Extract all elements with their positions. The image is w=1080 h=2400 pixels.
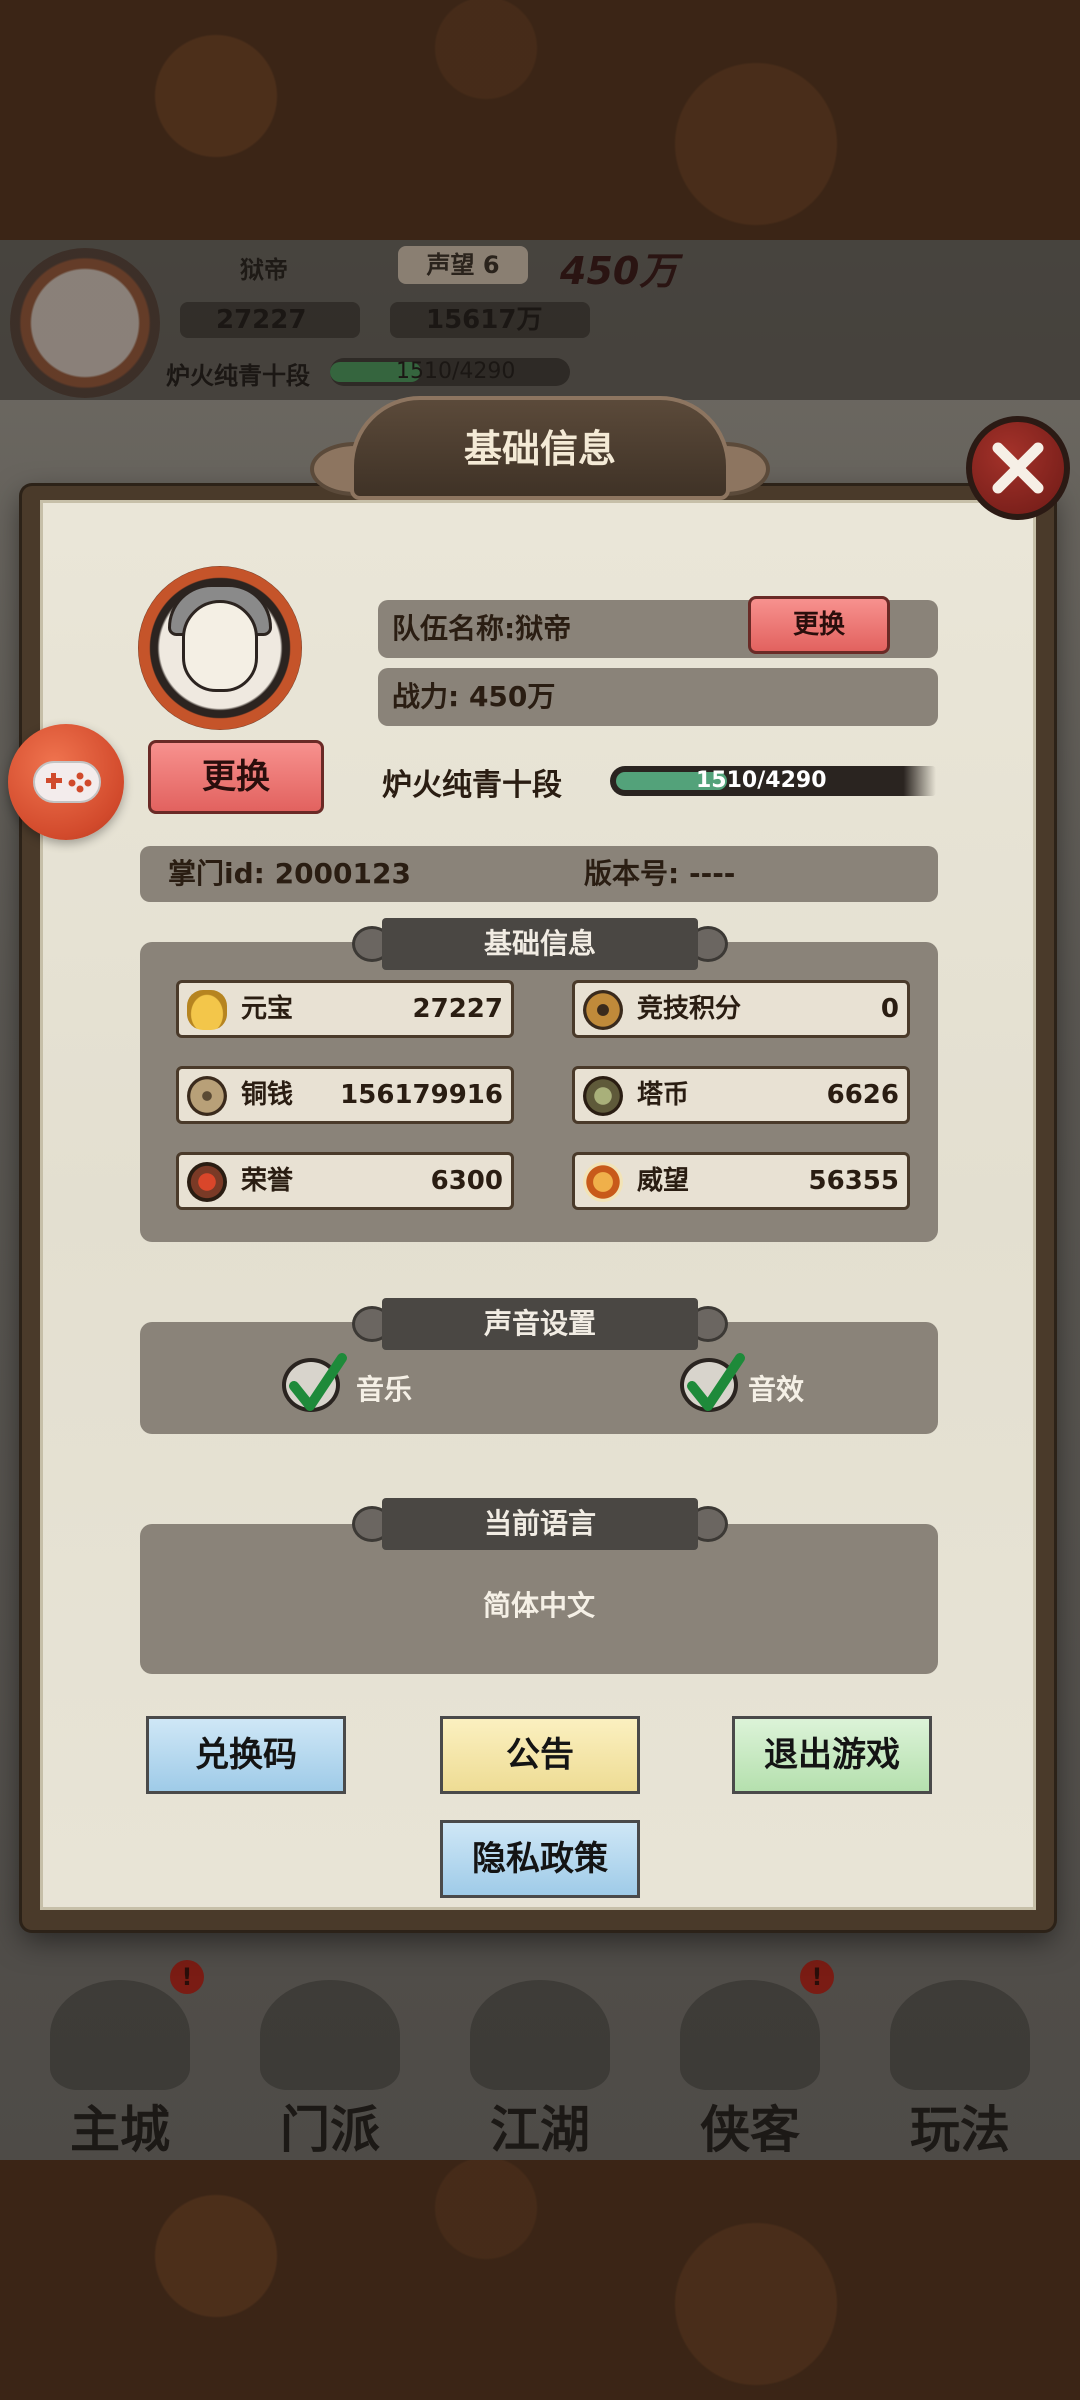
hud-avatar[interactable] xyxy=(10,248,160,398)
currency-name: 铜钱 xyxy=(241,1080,294,1110)
nav-label: 主城 xyxy=(70,2100,170,2159)
rank-label: 炉火纯青十段 xyxy=(382,768,562,803)
nav-label: 门派 xyxy=(280,2100,380,2159)
section-title: 基础信息 xyxy=(483,927,596,960)
language-header: 当前语言 xyxy=(352,1498,728,1550)
notification-badge: ! xyxy=(170,1960,204,1994)
close-icon xyxy=(992,442,1044,494)
tower-coin-icon xyxy=(583,1076,623,1116)
sect-icon xyxy=(260,1980,400,2090)
gamepad-icon xyxy=(33,761,101,803)
close-button[interactable] xyxy=(966,416,1070,520)
exit-game-button[interactable]: 退出游戏 xyxy=(732,1716,932,1794)
sound-settings-header: 声音设置 xyxy=(352,1298,728,1350)
currency-honor[interactable]: 荣誉 6300 xyxy=(176,1152,514,1210)
hud-power: 450万 xyxy=(560,249,678,293)
redeem-code-button[interactable]: 兑换码 xyxy=(146,1716,346,1794)
arena-medal-icon xyxy=(583,990,623,1030)
gameplay-icon xyxy=(890,1980,1030,2090)
currency-name: 荣誉 xyxy=(241,1166,294,1196)
id-version-row: 掌门id: 2000123 版本号: ---- xyxy=(140,846,938,902)
power-row: 战力: 450万 xyxy=(378,668,938,726)
nav-item-heroes[interactable]: ! 侠客 xyxy=(650,1940,850,2160)
currency-value: 156179916 xyxy=(340,1080,503,1110)
nav-label: 江湖 xyxy=(490,2100,590,2159)
sfx-label: 音效 xyxy=(748,1373,805,1406)
player-id: 掌门id: 2000123 xyxy=(168,857,411,890)
honor-icon xyxy=(187,1162,227,1202)
rank-progress-bar: 1510/4290 xyxy=(610,766,936,796)
rank-progress-text: 1510/4290 xyxy=(696,768,827,793)
music-label: 音乐 xyxy=(356,1373,413,1406)
checkmark-icon xyxy=(289,1353,347,1411)
currency-name: 威望 xyxy=(637,1166,690,1196)
player-hud: 狱帝 声望 6 450万 27227 15617万 炉火纯青十段 1510/42… xyxy=(0,240,1080,400)
hud-rank-progress: 1510/4290 xyxy=(396,359,516,384)
currency-value: 6300 xyxy=(430,1166,503,1196)
team-name: 队伍名称:狱帝 xyxy=(392,612,572,645)
section-title: 声音设置 xyxy=(483,1307,596,1340)
nav-label: 侠客 xyxy=(700,2100,800,2159)
currency-copper[interactable]: 铜钱 156179916 xyxy=(176,1066,514,1124)
gold-ingot-icon xyxy=(187,990,227,1030)
music-toggle[interactable] xyxy=(282,1353,347,1412)
section-title: 当前语言 xyxy=(483,1507,596,1540)
hud-player-name: 狱帝 xyxy=(240,256,288,284)
checkmark-icon xyxy=(687,1353,745,1411)
current-language: 简体中文 xyxy=(482,1589,595,1622)
nav-item-main-city[interactable]: ! 主城 xyxy=(20,1940,220,2160)
heroes-icon xyxy=(680,1980,820,2090)
panel-title-plaque: 基础信息 xyxy=(310,396,770,500)
notification-badge: ! xyxy=(800,1960,834,1994)
currency-arena-points[interactable]: 竞技积分 0 xyxy=(572,980,910,1038)
avatar-face xyxy=(182,600,258,692)
currency-name: 元宝 xyxy=(241,994,294,1024)
hud-reputation-badge: 声望 6 xyxy=(398,246,528,284)
nav-item-jianghu[interactable]: 江湖 xyxy=(440,1940,640,2160)
version-number: 版本号: ---- xyxy=(584,857,736,890)
top-decor-band xyxy=(0,0,1080,240)
hud-gold[interactable]: 27227 xyxy=(180,302,360,338)
hud-coins[interactable]: 15617万 xyxy=(390,302,590,338)
currency-prestige[interactable]: 威望 56355 xyxy=(572,1152,910,1210)
power-value: 战力: 450万 xyxy=(392,680,556,713)
currency-value: 0 xyxy=(880,994,899,1024)
change-team-name-button[interactable]: 更换 xyxy=(748,596,890,654)
currency-tower-coin[interactable]: 塔币 6626 xyxy=(572,1066,910,1124)
change-avatar-button[interactable]: 更换 xyxy=(148,740,324,814)
privacy-policy-button[interactable]: 隐私政策 xyxy=(440,1820,640,1898)
currency-name: 竞技积分 xyxy=(637,994,742,1024)
player-avatar[interactable] xyxy=(138,566,302,730)
currency-value: 6626 xyxy=(826,1080,899,1110)
bottom-decor-band xyxy=(0,2160,1080,2400)
sfx-toggle[interactable] xyxy=(680,1353,745,1412)
bottom-nav: ! 主城 门派 江湖 ! 侠客 玩法 xyxy=(0,1940,1080,2160)
hud-rank-bar: 1510/4290 xyxy=(330,358,570,386)
nav-item-sect[interactable]: 门派 xyxy=(230,1940,430,2160)
floating-gamepad-button[interactable] xyxy=(8,724,124,840)
hud-rank: 炉火纯青十段 xyxy=(166,362,310,390)
main-city-icon xyxy=(50,1980,190,2090)
currency-name: 塔币 xyxy=(637,1080,690,1110)
copper-coin-icon xyxy=(187,1076,227,1116)
announcement-button[interactable]: 公告 xyxy=(440,1716,640,1794)
nav-label: 玩法 xyxy=(910,2100,1010,2159)
currency-value: 56355 xyxy=(808,1166,899,1196)
jianghu-icon xyxy=(470,1980,610,2090)
prestige-icon xyxy=(583,1162,623,1202)
basic-info-header: 基础信息 xyxy=(352,918,728,970)
currency-value: 27227 xyxy=(412,994,503,1024)
panel-title: 基础信息 xyxy=(463,426,616,471)
currency-gold-ingot[interactable]: 元宝 27227 xyxy=(176,980,514,1038)
nav-item-gameplay[interactable]: 玩法 xyxy=(860,1940,1060,2160)
